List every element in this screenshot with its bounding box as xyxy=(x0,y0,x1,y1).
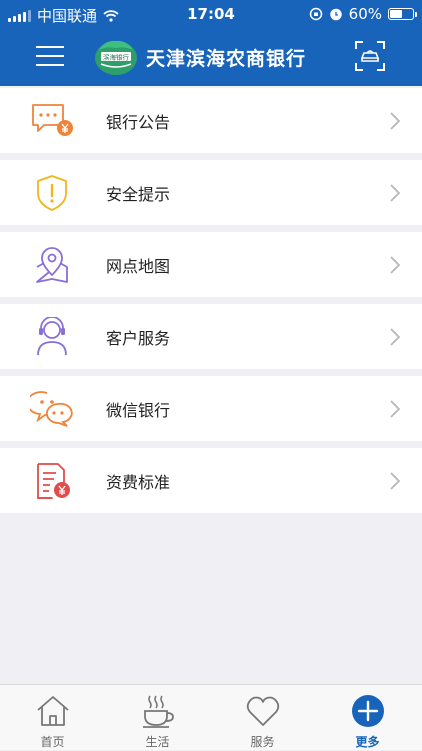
tab-label: 生活 xyxy=(145,735,170,749)
tab-home[interactable]: 首页 xyxy=(0,685,105,751)
navbar: 滨海银行 天津滨海农商银行 xyxy=(0,30,422,86)
tab-services[interactable]: 服务 xyxy=(210,685,315,751)
bank-logo: 滨海银行 xyxy=(95,40,137,75)
logo-text: 滨海银行 xyxy=(103,53,130,62)
more-menu-list: 银行公告 安全提示 网点地图 客户服务 微信银行 资费标准 xyxy=(0,86,422,513)
menu-item-label: 资费标准 xyxy=(106,472,171,492)
tab-more[interactable]: 更多 xyxy=(315,685,420,751)
shield-alert-icon xyxy=(37,175,67,211)
hamburger-icon[interactable] xyxy=(36,42,64,70)
heart-icon xyxy=(246,696,280,726)
map-pin-icon xyxy=(36,247,68,283)
headset-user-icon xyxy=(37,317,67,356)
home-icon xyxy=(37,696,69,726)
tab-label: 首页 xyxy=(40,735,65,749)
menu-item-label: 网点地图 xyxy=(106,256,171,276)
tab-label: 更多 xyxy=(355,735,380,749)
chevron-right-icon xyxy=(390,256,400,274)
status-bar: 中国联通 17:04 60% xyxy=(0,0,422,30)
menu-item-fee-schedule[interactable]: 资费标准 xyxy=(0,448,422,513)
chevron-right-icon xyxy=(390,112,400,130)
menu-item-announcement[interactable]: 银行公告 xyxy=(0,88,422,153)
menu-item-security-tips[interactable]: 安全提示 xyxy=(0,160,422,225)
chevron-right-icon xyxy=(390,400,400,418)
alarm-icon xyxy=(329,8,342,21)
wechat-icon xyxy=(30,391,73,427)
menu-item-label: 微信银行 xyxy=(106,400,171,420)
battery-percent: 60% xyxy=(348,5,382,23)
fee-document-icon xyxy=(37,463,70,499)
scan-icon[interactable] xyxy=(354,40,386,72)
menu-item-customer-service[interactable]: 客户服务 xyxy=(0,304,422,369)
coffee-cup-icon xyxy=(143,695,174,728)
plus-circle-icon xyxy=(352,695,384,727)
menu-item-label: 银行公告 xyxy=(106,112,171,132)
chevron-right-icon xyxy=(390,472,400,490)
tab-life[interactable]: 生活 xyxy=(105,685,210,751)
announcement-icon xyxy=(32,104,73,136)
tab-label: 服务 xyxy=(250,735,275,749)
chevron-right-icon xyxy=(390,184,400,202)
app-header: 中国联通 17:04 60% 滨海银行 天津滨海农商银行 xyxy=(0,0,422,86)
menu-item-wechat-banking[interactable]: 微信银行 xyxy=(0,376,422,441)
battery-icon xyxy=(388,8,417,20)
page-title: 天津滨海农商银行 xyxy=(146,48,307,70)
bottom-tab-bar: 首页 生活 服务 更多 xyxy=(0,684,422,750)
menu-item-label: 客户服务 xyxy=(106,328,171,348)
menu-item-label: 安全提示 xyxy=(106,184,171,204)
menu-item-branch-map[interactable]: 网点地图 xyxy=(0,232,422,297)
orientation-lock-icon xyxy=(309,7,322,21)
chevron-right-icon xyxy=(390,328,400,346)
